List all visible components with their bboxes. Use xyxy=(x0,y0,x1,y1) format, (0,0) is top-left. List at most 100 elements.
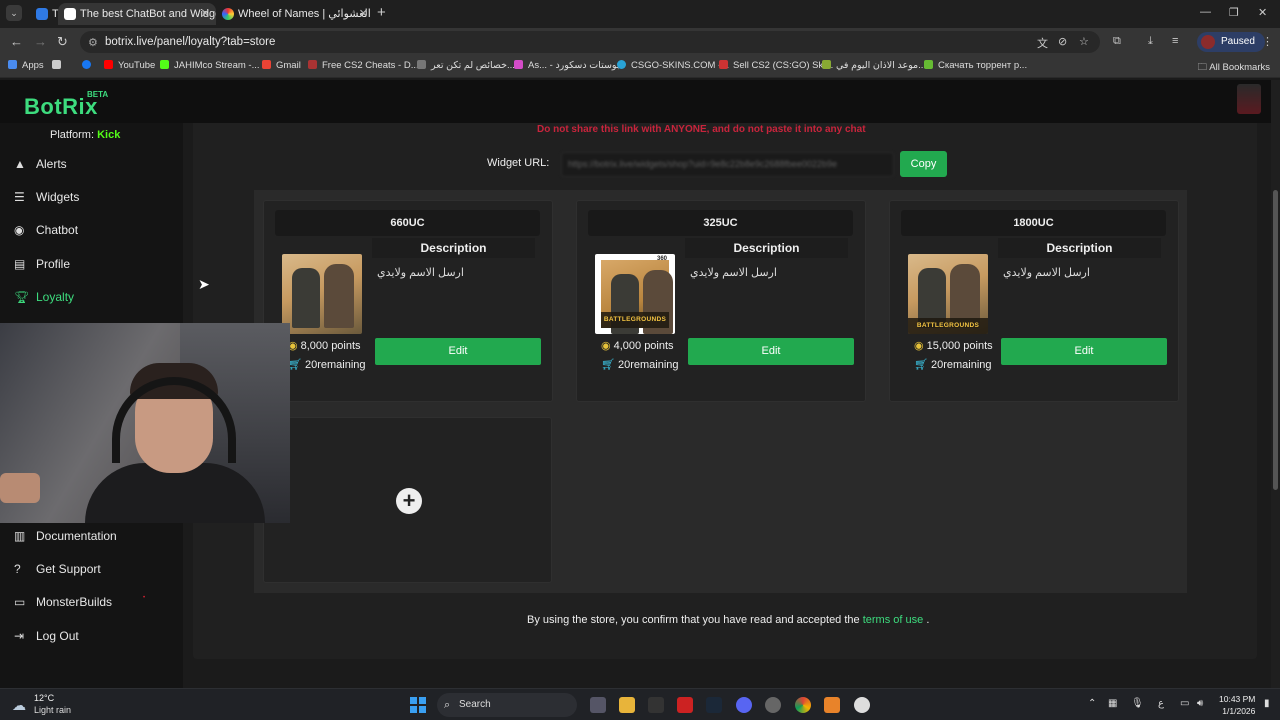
terms-link[interactable]: terms of use xyxy=(863,614,924,626)
tab-search-button[interactable]: ⌄ xyxy=(6,5,22,21)
bookmark-youtube[interactable]: YouTube xyxy=(104,60,155,71)
reload-icon[interactable]: ↻ xyxy=(57,34,68,50)
warning-icon: ▲ xyxy=(14,157,26,171)
profile-avatar xyxy=(1201,35,1215,49)
page-scrollbar[interactable] xyxy=(1271,80,1280,688)
menu-kebab-icon[interactable]: ⋮ xyxy=(1262,35,1273,48)
profile-button[interactable]: Paused xyxy=(1197,32,1265,52)
sidebar-item-get-support[interactable]: ? Get Support xyxy=(14,560,101,578)
weather-temperature[interactable]: 12°C xyxy=(34,693,54,703)
file-explorer-icon[interactable] xyxy=(619,697,635,713)
item-title: 1800UC xyxy=(901,210,1166,236)
edit-button[interactable]: Edit xyxy=(1001,338,1167,365)
g-app-icon[interactable] xyxy=(648,697,664,713)
system-clock[interactable]: 10:43 PM 1/1/2026 xyxy=(1219,693,1255,717)
bookmark-jahimco[interactable]: JAHIMco Stream -... xyxy=(160,60,260,71)
edit-button[interactable]: Edit xyxy=(375,338,541,365)
maximize-icon[interactable]: ❐ xyxy=(1229,6,1239,19)
bookmark-gmail[interactable]: Gmail xyxy=(262,60,301,71)
bookmark-torrent[interactable]: Скачать торрент р... xyxy=(924,60,1027,71)
chrome-icon[interactable] xyxy=(795,697,811,713)
browser-tab-active[interactable]: The best ChatBot and Widgets ✕ xyxy=(58,3,216,25)
bookmark-discord-posts[interactable]: As... - بوستات دسكورد xyxy=(514,60,619,71)
sidebar-item-monsterbuilds[interactable]: ▭ MonsterBuilds xyxy=(14,593,112,611)
network-icon[interactable]: ▭ xyxy=(1180,698,1189,709)
site-info-icon[interactable]: ⚙ xyxy=(88,32,98,54)
botrix-favicon-icon xyxy=(64,8,76,20)
item-title: 325UC xyxy=(588,210,853,236)
close-tab-icon[interactable]: ✕ xyxy=(201,3,210,25)
bookmark-sell-cs2[interactable]: Sell CS2 (CS:GO) Ski... xyxy=(719,60,833,71)
keyboard-layout-icon[interactable]: ع xyxy=(1158,698,1164,709)
task-view-icon[interactable] xyxy=(590,697,606,713)
facebook-icon xyxy=(82,60,91,69)
download-icon[interactable]: ⤓ xyxy=(1148,35,1153,48)
bookmark-cs2-cheats[interactable]: Free CS2 Cheats - D... xyxy=(308,60,419,71)
volume-icon[interactable]: 🔊︎ xyxy=(1197,698,1203,709)
item-image: BATTLEGROUNDS 360 xyxy=(595,254,675,334)
close-tab-icon[interactable]: ✕ xyxy=(359,3,368,25)
weather-rain-icon[interactable]: ☁ xyxy=(12,697,26,714)
widget-url-label: Widget URL: xyxy=(487,157,550,169)
sidebar-item-widgets[interactable]: ☰ Widgets xyxy=(14,188,79,206)
bookmark-facebook[interactable] xyxy=(82,60,96,71)
copy-button[interactable]: Copy xyxy=(900,151,947,177)
address-bar[interactable]: ⚙ botrix.live/panel/loyalty?tab=store xyxy=(80,31,1100,53)
steam-icon[interactable] xyxy=(706,697,722,713)
minimize-icon[interactable]: — xyxy=(1200,6,1211,18)
bookmark-arabic-1[interactable]: خصائص لم تكن تعر... xyxy=(417,60,515,71)
cart-icon: 🛒︎ xyxy=(601,359,615,371)
translate-icon[interactable]: 文 xyxy=(1037,35,1048,51)
media-icon[interactable]: ≡ xyxy=(1172,35,1178,47)
new-tab-icon[interactable]: + xyxy=(377,4,386,21)
eye-off-icon[interactable]: ⊘ xyxy=(1058,35,1067,48)
id-card-icon: ▤ xyxy=(14,257,26,271)
obs-icon[interactable] xyxy=(854,697,870,713)
grid-icon xyxy=(52,60,61,69)
taskbar-search[interactable]: ⌕ Search xyxy=(437,693,577,717)
add-item-card[interactable]: + xyxy=(263,417,552,583)
sidebar-item-alerts[interactable]: ▲ Alerts xyxy=(14,155,67,173)
tray-app-icon[interactable]: ▦ xyxy=(1108,698,1117,709)
close-window-icon[interactable]: ✕ xyxy=(1258,6,1267,19)
edit-button[interactable]: Edit xyxy=(688,338,854,365)
laptop-icon: ▭ xyxy=(14,595,26,609)
sidebar-item-logout[interactable]: ⇥ Log Out xyxy=(14,627,79,645)
microphone-icon[interactable]: 🎙︎ xyxy=(1131,698,1144,709)
store-item-card: 660UC Description ارسل الاسم ولايدي ◉ 8,0… xyxy=(263,200,553,402)
notification-bell-icon[interactable]: ▮ xyxy=(1264,698,1270,709)
logout-icon: ⇥ xyxy=(14,629,25,643)
forward-icon[interactable]: → xyxy=(34,34,47,49)
app-icon[interactable] xyxy=(765,697,781,713)
windows-start-icon[interactable] xyxy=(410,697,426,713)
mouse-cursor-icon: ➤ xyxy=(198,276,210,292)
tray-chevron-icon[interactable]: ⌃ xyxy=(1088,698,1096,709)
webcam-overlay xyxy=(0,323,290,523)
extensions-icon[interactable]: ⧉ xyxy=(1113,35,1121,48)
question-icon: ? xyxy=(14,562,21,576)
tab-title: The best ChatBot and Widgets xyxy=(80,8,216,20)
app-icon[interactable] xyxy=(824,697,840,713)
cart-icon: 🛒︎ xyxy=(914,359,928,371)
bookmark-star-icon[interactable]: ☆ xyxy=(1079,35,1089,48)
browser-tab-bar: ⌄ The best ChatBot and Widgets The best … xyxy=(0,0,1280,28)
bookmark-csgo-skins[interactable]: CSGO-SKINS.COM -... xyxy=(617,60,729,71)
bookmark-apps[interactable]: Apps xyxy=(8,60,44,71)
bookmark-grid[interactable] xyxy=(52,60,66,71)
description-heading: Description xyxy=(372,238,535,258)
plus-circle-icon[interactable]: + xyxy=(396,488,422,514)
sidebar-item-profile[interactable]: ▤ Profile xyxy=(14,255,70,273)
folder-icon: 🗀 xyxy=(1197,62,1210,73)
game-launcher-icon[interactable] xyxy=(677,697,693,713)
sidebar-item-documentation[interactable]: ▥ Documentation xyxy=(14,527,117,545)
back-icon[interactable]: ← xyxy=(10,34,23,49)
discord-icon[interactable] xyxy=(736,697,752,713)
bookmark-prayer-times[interactable]: موعد الاذان اليوم في... xyxy=(822,60,926,71)
sidebar-item-loyalty[interactable]: 🏆︎ Loyalty xyxy=(14,288,74,306)
widget-url-field[interactable]: https://botrix.live/widgets/shop?uid=9e8… xyxy=(561,152,894,177)
sidebar-item-chatbot[interactable]: ◉ Chatbot xyxy=(14,221,78,239)
weather-condition[interactable]: Light rain xyxy=(34,705,71,715)
user-avatar[interactable] xyxy=(1237,84,1261,114)
all-bookmarks[interactable]: 🗀 All Bookmarks xyxy=(1198,60,1270,76)
browser-tab-wheel[interactable]: Wheel of Names | اسم العشوائي ✕ xyxy=(216,3,374,25)
